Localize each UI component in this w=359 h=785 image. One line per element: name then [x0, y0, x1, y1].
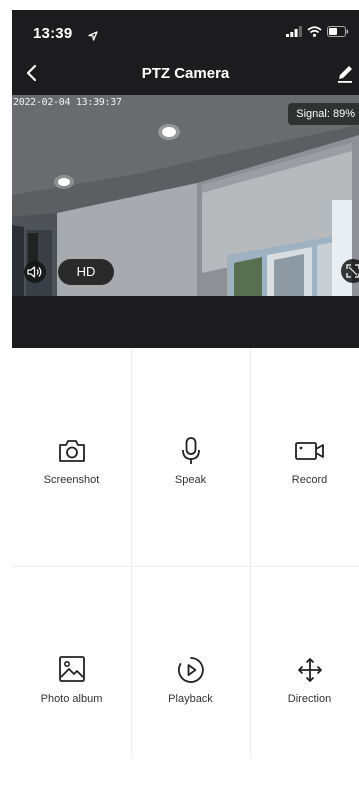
record-button[interactable]: Record	[250, 348, 359, 566]
play-circle-icon	[177, 657, 204, 683]
playback-label: Playback	[168, 693, 213, 705]
move-arrows-icon	[297, 658, 322, 682]
photo-album-label: Photo album	[40, 693, 103, 705]
camera-icon	[58, 440, 85, 462]
photo-album-button[interactable]: Photo album	[12, 567, 131, 785]
top-header: 13:39 PTZ Camera	[12, 10, 359, 95]
signal-badge: Signal: 89%	[288, 103, 359, 125]
speak-button[interactable]: Speak	[131, 348, 250, 566]
screenshot-label: Screenshot	[43, 474, 100, 486]
pencil-icon	[338, 66, 352, 83]
video-bottom-band	[12, 296, 359, 348]
video-feed[interactable]: 2022-02-04 13:39:37 Signal: 89% HD	[12, 95, 359, 296]
location-arrow-icon	[88, 28, 98, 46]
status-time: 13:39	[33, 25, 73, 42]
microphone-icon	[181, 437, 200, 464]
direction-button[interactable]: Direction	[250, 567, 359, 785]
direction-label: Direction	[287, 693, 332, 705]
photo-icon	[58, 656, 85, 682]
record-label: Record	[291, 474, 328, 486]
screenshot-button[interactable]: Screenshot	[12, 348, 131, 566]
expand-icon	[346, 264, 359, 278]
status-icons	[286, 26, 349, 40]
speaker-icon	[27, 266, 42, 278]
page-title: PTZ Camera	[141, 65, 230, 82]
quality-hd-button[interactable]: HD	[58, 259, 114, 285]
playback-button[interactable]: Playback	[131, 567, 250, 785]
battery-icon	[327, 24, 349, 42]
cellular-signal-icon	[286, 24, 302, 42]
video-timestamp: 2022-02-04 13:39:37	[13, 97, 122, 108]
action-grid: Screenshot Speak Record Photo album Play…	[12, 348, 359, 757]
sound-toggle-button[interactable]	[24, 261, 46, 283]
edit-button[interactable]	[333, 61, 357, 85]
wifi-icon	[307, 24, 322, 42]
fullscreen-button[interactable]	[341, 259, 359, 283]
speak-label: Speak	[174, 474, 207, 486]
video-camera-icon	[294, 442, 324, 460]
